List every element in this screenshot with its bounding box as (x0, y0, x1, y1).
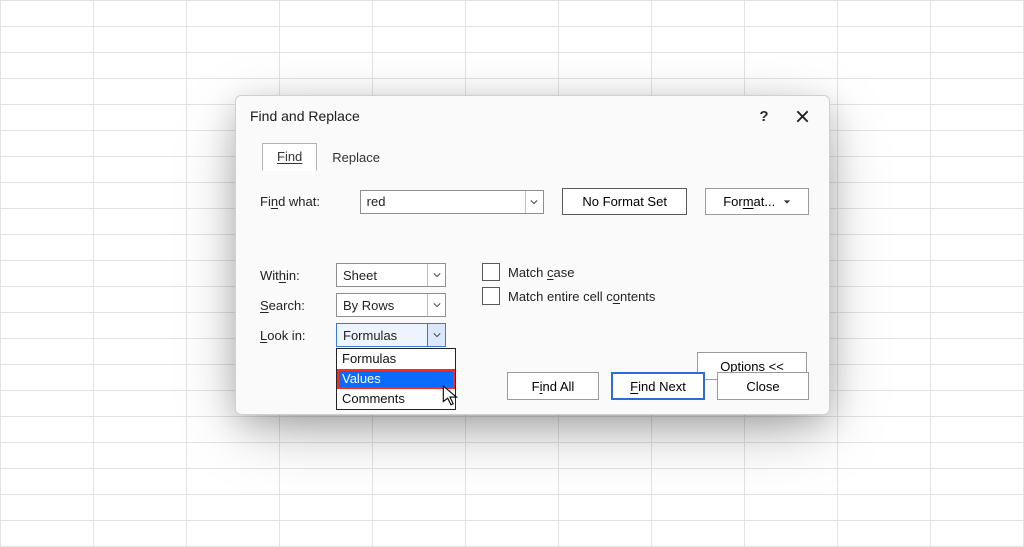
find-what-input[interactable]: red (360, 190, 544, 214)
within-value: Sheet (337, 268, 427, 283)
find-what-row: Find what: red No Format Set Format... (260, 188, 809, 215)
help-button[interactable]: ? (745, 101, 783, 131)
search-selects: Within: Sheet Search: By Rows (260, 263, 446, 347)
chevron-down-icon (433, 271, 441, 279)
checkbox-icon (482, 287, 500, 305)
close-button[interactable]: Close (717, 372, 809, 400)
find-replace-dialog: Find and Replace ? Find Replace Find wha… (235, 95, 830, 415)
search-options-area: Within: Sheet Search: By Rows (260, 263, 809, 347)
lookin-label: Look in: (260, 328, 328, 343)
find-what-value: red (361, 194, 525, 209)
lookin-value: Formulas (337, 328, 427, 343)
close-icon (796, 110, 809, 123)
tabs: Find Replace (262, 140, 809, 170)
within-row: Within: Sheet (260, 263, 446, 287)
find-all-label: Find All (532, 379, 575, 394)
match-entire-label: Match entire cell contents (508, 289, 655, 304)
help-icon: ? (759, 108, 768, 125)
cursor-icon (442, 385, 460, 407)
no-format-set-display: No Format Set (562, 188, 688, 215)
find-next-button[interactable]: Find Next (611, 372, 705, 400)
search-arrow[interactable] (427, 294, 445, 316)
within-label: Within: (260, 268, 328, 283)
search-value: By Rows (337, 298, 427, 313)
tab-find[interactable]: Find (262, 143, 317, 171)
checkbox-icon (482, 263, 500, 281)
mouse-cursor (442, 385, 460, 410)
tab-replace-label: Replace (332, 150, 380, 165)
within-select[interactable]: Sheet (336, 263, 446, 287)
lookin-dropdown-list: Formulas Values Comments (336, 348, 456, 410)
lookin-option-comments[interactable]: Comments (337, 389, 455, 409)
format-dropdown-arrow[interactable] (783, 194, 791, 209)
dialog-body: Find Replace Find what: red No Format Se… (236, 136, 829, 355)
within-arrow[interactable] (427, 264, 445, 286)
search-label: Search: (260, 298, 328, 313)
find-next-label: Find Next (630, 379, 686, 394)
format-button-label: Format... (723, 194, 775, 209)
match-case-checkbox[interactable]: Match case (482, 263, 655, 281)
chevron-down-icon (783, 198, 791, 206)
dialog-title: Find and Replace (250, 108, 360, 124)
search-row: Search: By Rows (260, 293, 446, 317)
format-button[interactable]: Format... (705, 188, 809, 215)
close-window-button[interactable] (783, 101, 821, 131)
tab-find-label: Find (277, 149, 302, 164)
lookin-option-formulas[interactable]: Formulas (337, 349, 455, 369)
chevron-down-icon (433, 331, 441, 339)
lookin-row: Look in: Formulas Formulas Values Commen… (260, 323, 446, 347)
dialog-titlebar: Find and Replace ? (236, 96, 829, 136)
search-select[interactable]: By Rows (336, 293, 446, 317)
lookin-arrow[interactable] (427, 324, 445, 346)
find-what-dropdown-arrow[interactable] (525, 191, 543, 213)
chevron-down-icon (530, 198, 538, 206)
match-checkboxes: Match case Match entire cell contents (482, 263, 655, 347)
find-all-button[interactable]: Find All (507, 372, 599, 400)
match-entire-checkbox[interactable]: Match entire cell contents (482, 287, 655, 305)
find-what-label: Find what: (260, 194, 342, 209)
tab-replace[interactable]: Replace (317, 144, 395, 171)
lookin-option-values[interactable]: Values (337, 369, 455, 389)
lookin-select[interactable]: Formulas (336, 323, 446, 347)
chevron-down-icon (433, 301, 441, 309)
match-case-label: Match case (508, 265, 574, 280)
